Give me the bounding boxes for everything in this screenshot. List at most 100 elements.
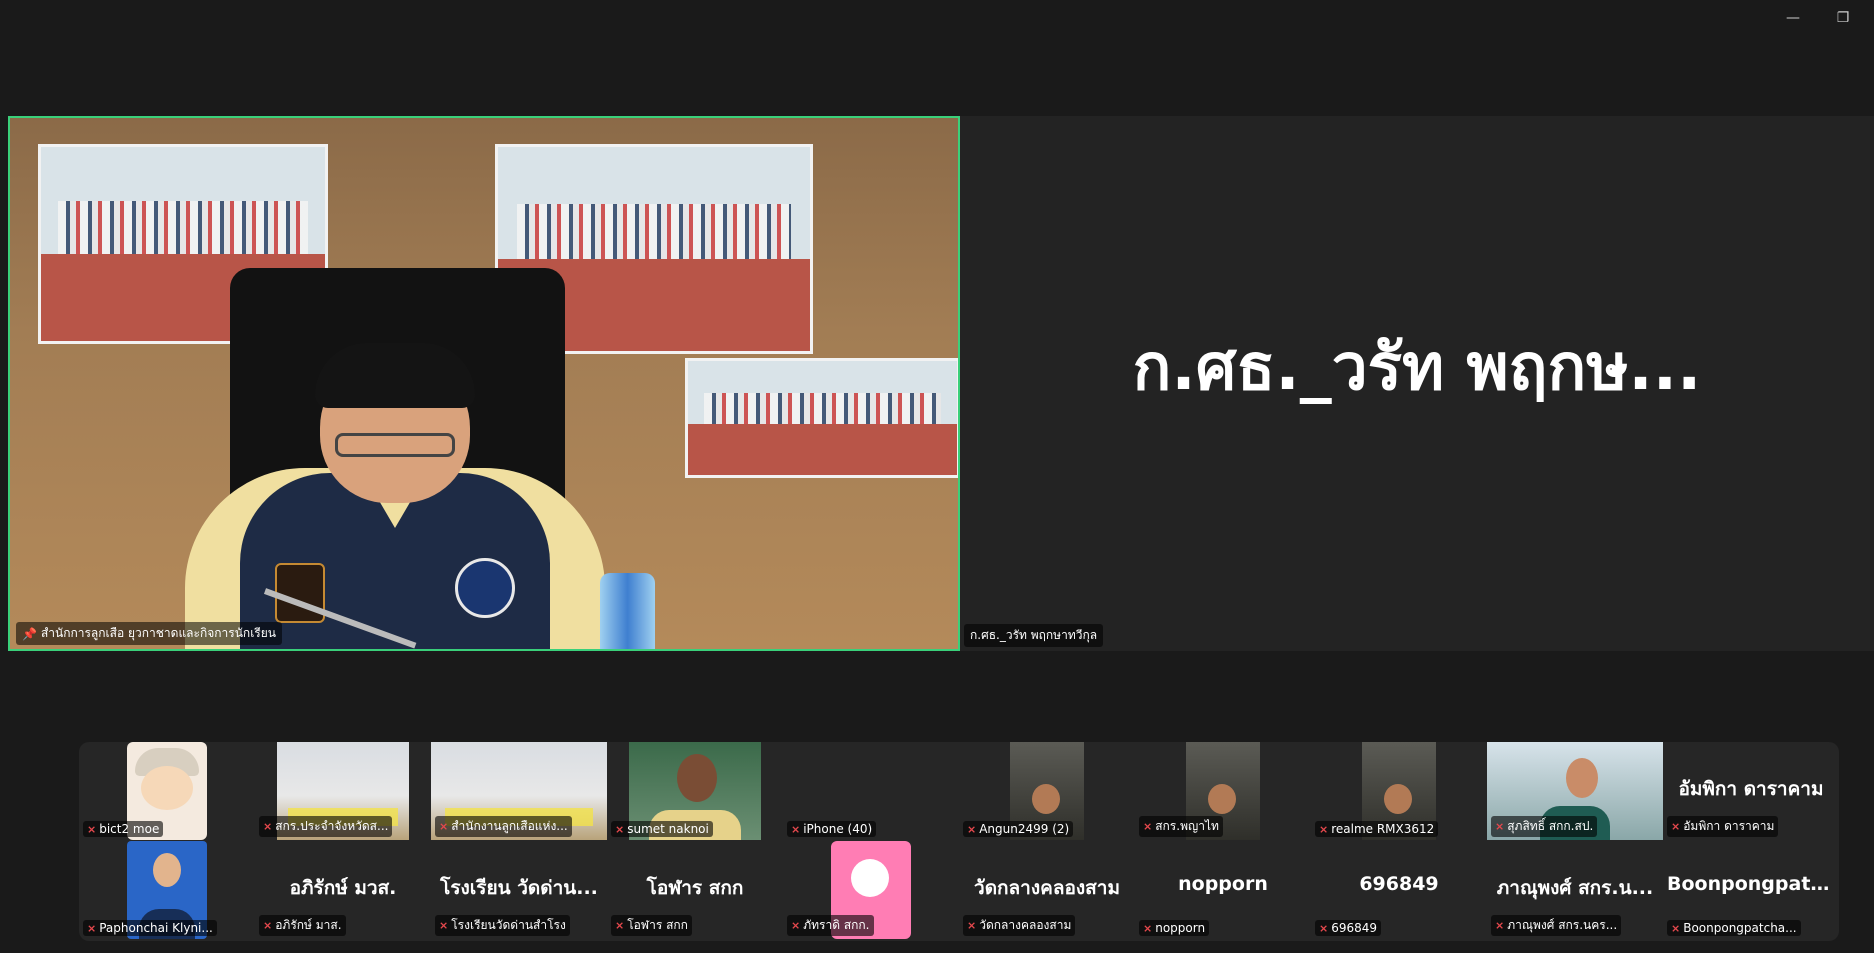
participant-display-name: nopporn xyxy=(1178,873,1268,895)
participant-tile[interactable]: nopporn ⨯ nopporn xyxy=(1135,841,1311,939)
participant-name-tag: ⨯ Paphonchai Klyni... xyxy=(83,920,217,936)
participant-name: iPhone (40) xyxy=(803,822,873,836)
gallery-strip: ⨯ bict2 moe ⨯ สกร.ประจำจังหวัดส... ⨯ สำนักงาน… xyxy=(79,742,1839,941)
speaker-person xyxy=(185,258,605,649)
mic-muted-icon: ⨯ xyxy=(263,919,273,932)
participant-name: โอฬาร สกก xyxy=(627,918,688,932)
participant-name-tag: ⨯ Boonpongpatcha... xyxy=(1667,920,1801,936)
participant-name-tag: ⨯ ภาณุพงศ์ สกร.นคร... xyxy=(1491,915,1622,936)
participant-name: วัดกลางคลองสาม xyxy=(979,918,1072,932)
participant-display-name: วัดกลางคลองสาม xyxy=(974,877,1120,899)
water-bottle xyxy=(600,573,655,649)
spotlight-tile[interactable]: ก.ศธ._วรัท พฤกษ... ก.ศธ._วรัท พฤกษาทวีกุ… xyxy=(960,116,1874,651)
mic-muted-icon: ⨯ xyxy=(1671,921,1681,935)
participant-name-tag: ⨯ อภิรักษ์ มาส. xyxy=(259,915,346,936)
spotlight-display-name: ก.ศธ._วรัท พฤกษ... xyxy=(1132,331,1702,405)
participant-tile[interactable]: โรงเรียน วัดด่าน... ⨯ โรงเรียนวัดด่านสำโรง xyxy=(431,841,607,939)
participant-name: ภัทราดิ สกก. xyxy=(803,918,870,932)
participant-tile[interactable]: ⨯ ภัทราดิ สกก. xyxy=(783,841,959,939)
participant-tile[interactable]: 696849 ⨯ 696849 xyxy=(1311,841,1487,939)
mic-muted-icon: ⨯ xyxy=(439,919,449,932)
participant-tile[interactable]: ⨯ สกร.ประจำจังหวัดส... xyxy=(255,742,431,840)
mic-muted-icon: ⨯ xyxy=(87,921,97,935)
participant-name: สกร.ประจำจังหวัดส... xyxy=(275,819,389,833)
video-stage: 📌 สำนักการลูกเสือ ยุวกาชาดและกิจการนักเร… xyxy=(8,116,1874,652)
participant-name: สกร.พญาไท xyxy=(1155,819,1219,833)
mic-muted-icon: ⨯ xyxy=(1495,919,1505,932)
mic-muted-icon: ⨯ xyxy=(439,820,449,833)
participant-display-name: อัมพิกา ดาราคาม xyxy=(1678,778,1824,800)
mic-muted-icon: ⨯ xyxy=(967,822,977,836)
mic-muted-icon: ⨯ xyxy=(1319,921,1329,935)
mic-muted-icon: ⨯ xyxy=(615,822,625,836)
participant-name: nopporn xyxy=(1155,921,1206,935)
mic-muted-icon: ⨯ xyxy=(615,919,625,932)
mic-muted-icon: ⨯ xyxy=(967,919,977,932)
participant-name-tag: ⨯ สกร.ประจำจังหวัดส... xyxy=(259,816,393,837)
participant-name-tag: ⨯ สกร.พญาไท xyxy=(1139,816,1223,837)
participant-display-name: อภิรักษ์ มวส. xyxy=(289,877,397,899)
participant-tile[interactable]: โอฬาร สกก ⨯ โอฬาร สกก xyxy=(607,841,783,939)
participant-display-name: โรงเรียน วัดด่าน... xyxy=(440,877,598,899)
participant-name-tag: ⨯ ภัทราดิ สกก. xyxy=(787,915,874,936)
participant-name-tag: ⨯ Angun2499 (2) xyxy=(963,821,1074,837)
participant-name: sumet naknoi xyxy=(627,822,709,836)
participant-tile[interactable]: ⨯ สำนักงานลูกเสือแห่ง... xyxy=(431,742,607,840)
participant-display-name: Boonpongpatc... xyxy=(1667,873,1839,895)
restore-icon[interactable]: ❐ xyxy=(1828,8,1858,28)
participant-tile[interactable]: วัดกลางคลองสาม ⨯ วัดกลางคลองสาม xyxy=(959,841,1135,939)
participant-name: ภาณุพงศ์ สกร.นคร... xyxy=(1507,918,1618,932)
mic-muted-icon: ⨯ xyxy=(263,820,273,833)
participant-tile[interactable]: อัมพิกา ดาราคาม ⨯ อัมพิกา ดาราคาม xyxy=(1663,742,1839,840)
participant-name: อัมพิกา ดาราคาม xyxy=(1683,819,1775,833)
minimize-icon[interactable]: — xyxy=(1778,8,1808,28)
mic-muted-icon: ⨯ xyxy=(791,919,801,932)
mic-muted-icon: ⨯ xyxy=(1143,820,1153,833)
participant-tile[interactable]: ⨯ iPhone (40) xyxy=(783,742,959,840)
mic-muted-icon: ⨯ xyxy=(1671,820,1681,833)
participant-name-tag: ⨯ iPhone (40) xyxy=(787,821,877,837)
participant-tile[interactable]: ⨯ sumet naknoi xyxy=(607,742,783,840)
participant-name-tag: ⨯ 696849 xyxy=(1315,920,1382,936)
participant-name: bict2 moe xyxy=(99,822,160,836)
active-speaker-video[interactable]: 📌 สำนักการลูกเสือ ยุวกาชาดและกิจการนักเร… xyxy=(8,116,960,651)
participant-name: Paphonchai Klyni... xyxy=(99,921,213,935)
participant-name: Boonpongpatcha... xyxy=(1683,921,1797,935)
participant-name-tag: ⨯ โอฬาร สกก xyxy=(611,915,692,936)
participant-tile[interactable]: ⨯ Paphonchai Klyni... xyxy=(79,841,255,939)
participant-display-name: ภาณุพงศ์ สกร.น... xyxy=(1496,877,1654,899)
participant-name: โรงเรียนวัดด่านสำโรง xyxy=(451,918,566,932)
participant-name-tag: ⨯ สำนักงานลูกเสือแห่ง... xyxy=(435,816,572,837)
mic-muted-icon: ⨯ xyxy=(87,822,97,836)
participant-name-tag: ⨯ วัดกลางคลองสาม xyxy=(963,915,1076,936)
participant-name: 696849 xyxy=(1331,921,1378,935)
mic-muted-icon: ⨯ xyxy=(1319,822,1329,836)
mic-muted-icon: ⨯ xyxy=(1143,921,1153,935)
participant-tile[interactable]: ⨯ bict2 moe xyxy=(79,742,255,840)
spotlight-name-tag: ก.ศธ._วรัท พฤกษาทวีกุล xyxy=(964,624,1104,647)
active-speaker-name: สำนักการลูกเสือ ยุวกาชาดและกิจการนักเรีย… xyxy=(40,626,276,640)
participant-name-tag: ⨯ อัมพิกา ดาราคาม xyxy=(1667,816,1779,837)
participant-display-name: โอฬาร สกก xyxy=(646,877,744,899)
participant-name: สำนักงานลูกเสือแห่ง... xyxy=(451,819,568,833)
participant-name-tag: ⨯ โรงเรียนวัดด่านสำโรง xyxy=(435,915,570,936)
mic-muted-icon: ⨯ xyxy=(791,822,801,836)
participant-tile[interactable]: ⨯ Angun2499 (2) xyxy=(959,742,1135,840)
participant-name-tag: ⨯ nopporn xyxy=(1139,920,1210,936)
participant-tile[interactable]: ⨯ สุภสิทธิ์ สกก.สป. xyxy=(1487,742,1663,840)
participant-name-tag: ⨯ sumet naknoi xyxy=(611,821,713,837)
emblem-badge-icon xyxy=(455,558,515,618)
participant-tile[interactable]: ภาณุพงศ์ สกร.น... ⨯ ภาณุพงศ์ สกร.นคร... xyxy=(1487,841,1663,939)
background-poster xyxy=(685,358,958,478)
participant-name-tag: ⨯ bict2 moe xyxy=(83,821,164,837)
participant-tile[interactable]: Boonpongpatc... ⨯ Boonpongpatcha... xyxy=(1663,841,1839,939)
participant-tile[interactable]: ⨯ realme RMX3612 xyxy=(1311,742,1487,840)
active-speaker-name-tag: 📌 สำนักการลูกเสือ ยุวกาชาดและกิจการนักเร… xyxy=(16,622,282,645)
participant-tile[interactable]: ⨯ สกร.พญาไท xyxy=(1135,742,1311,840)
participant-tile[interactable]: อภิรักษ์ มวส. ⨯ อภิรักษ์ มาส. xyxy=(255,841,431,939)
tiger-badge-icon xyxy=(275,563,325,623)
participant-name-tag: ⨯ realme RMX3612 xyxy=(1315,821,1439,837)
mic-muted-icon: ⨯ xyxy=(1495,820,1505,833)
pin-icon: 📌 xyxy=(22,626,37,641)
participant-name: realme RMX3612 xyxy=(1331,822,1435,836)
